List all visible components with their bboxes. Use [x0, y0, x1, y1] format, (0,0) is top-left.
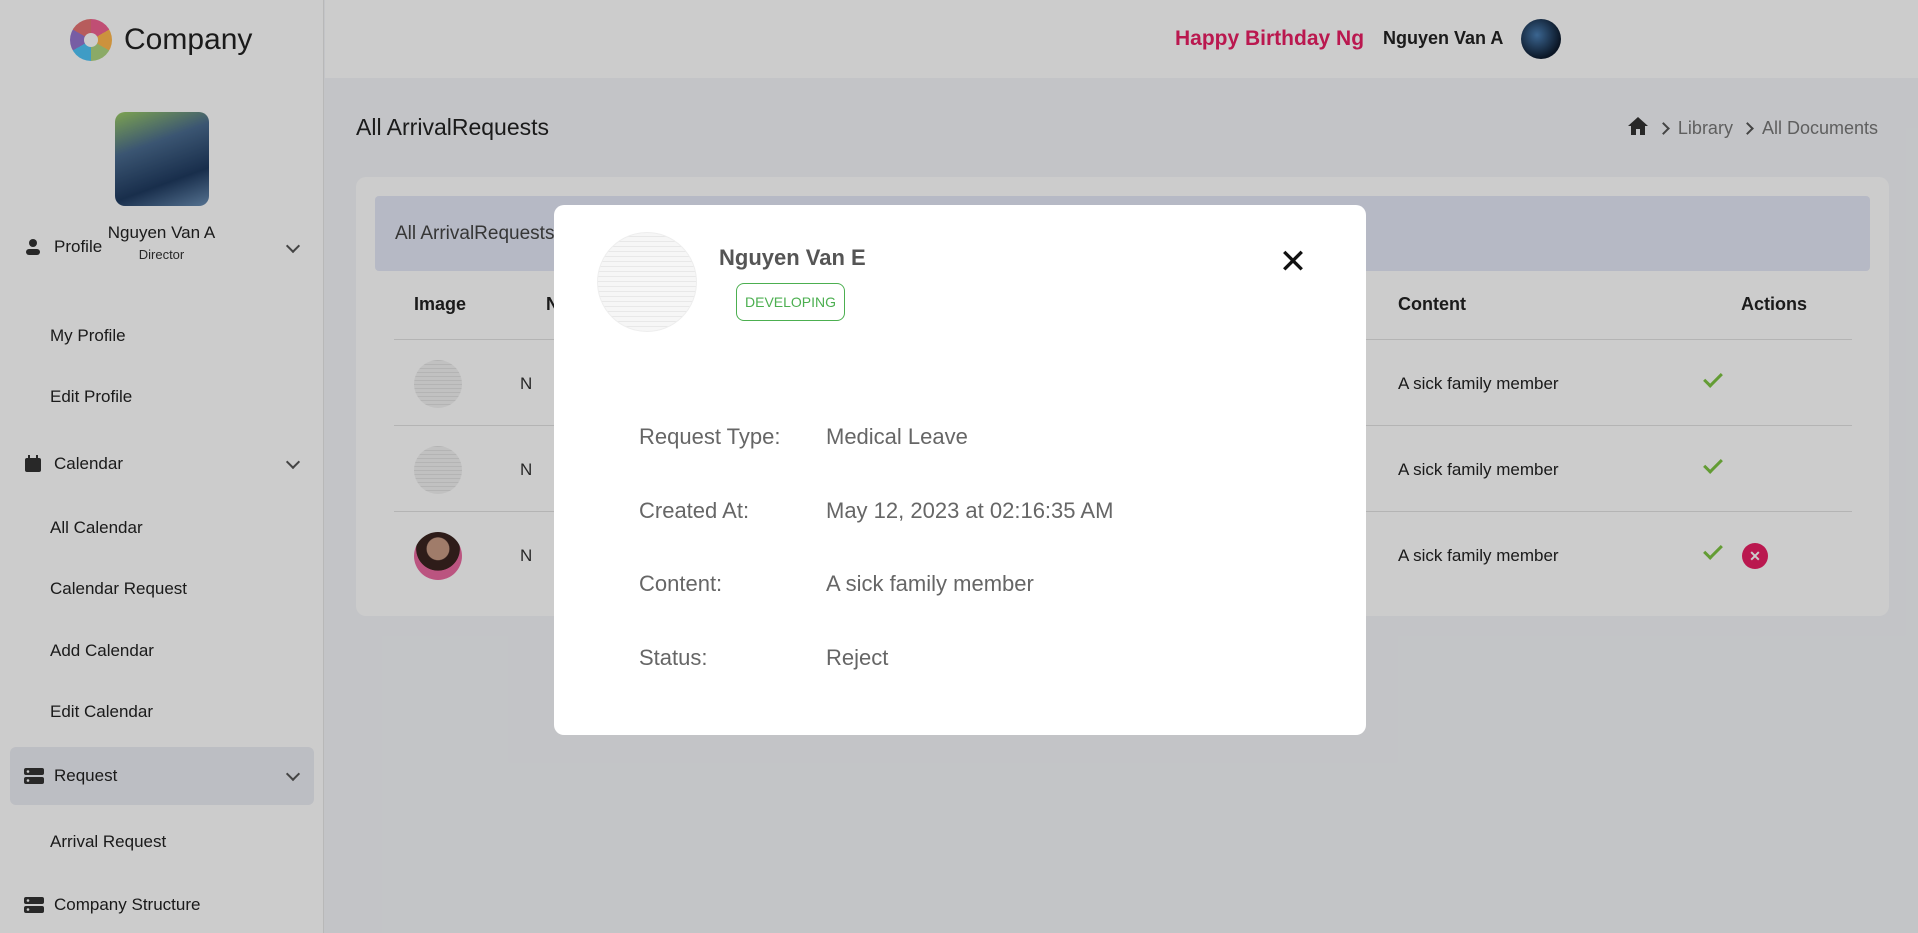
request-detail-modal: Nguyen Van E DEVELOPING ✕ Request Type: … [554, 205, 1366, 735]
field-value-created-at: May 12, 2023 at 02:16:35 AM [826, 498, 1114, 523]
status-badge: DEVELOPING [736, 283, 846, 321]
field-value-status: Reject [826, 645, 889, 670]
field-value-request-type: Medical Leave [826, 424, 968, 449]
field-label-status: Status: [639, 645, 708, 670]
modal-avatar [597, 232, 697, 332]
field-value-content: A sick family member [826, 571, 1034, 596]
close-icon[interactable]: ✕ [1276, 245, 1310, 279]
field-label-created-at: Created At: [639, 498, 750, 523]
field-label-content: Content: [639, 571, 723, 596]
modal-employee-name: Nguyen Van E [719, 245, 866, 270]
field-label-request-type: Request Type: [639, 424, 781, 449]
